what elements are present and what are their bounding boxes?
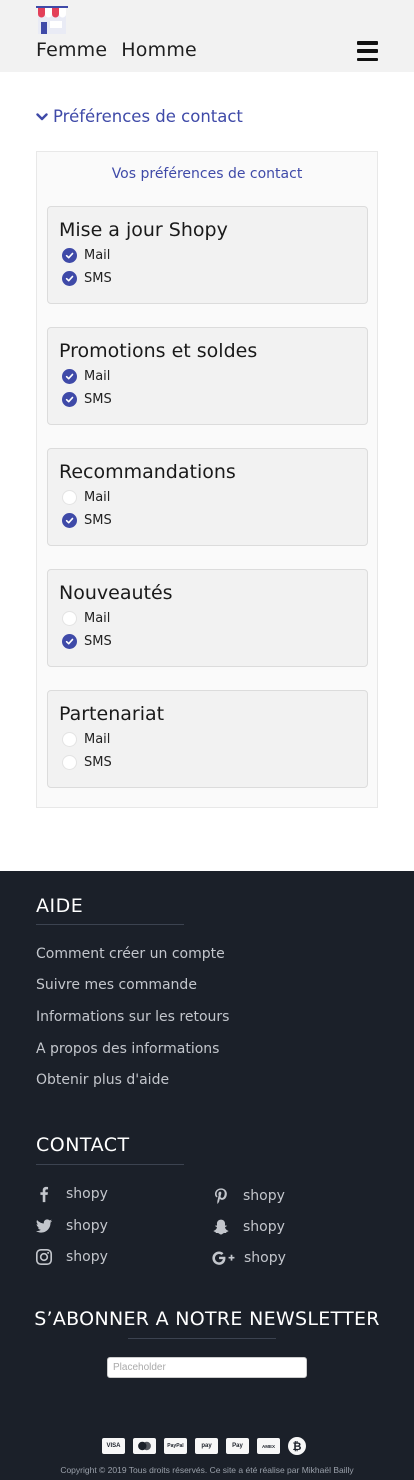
- contact-heading: CONTACT: [36, 1134, 130, 1156]
- pref-card-shopy-updates: Mise a jour Shopy Mail SMS: [47, 206, 368, 304]
- option-label: SMS: [84, 755, 112, 770]
- option-label: SMS: [84, 634, 112, 649]
- checkbox-icon[interactable]: [62, 755, 77, 770]
- aide-divider: [36, 924, 184, 925]
- shop-logo-icon[interactable]: [36, 6, 68, 36]
- site-footer: AIDE Comment créer un compte Suivre mes …: [0, 871, 414, 1480]
- pref-card-title: Recommandations: [59, 461, 236, 483]
- checkbox-icon[interactable]: [62, 611, 77, 626]
- social-snapchat[interactable]: shopy: [211, 1217, 285, 1237]
- pinterest-icon: [211, 1186, 231, 1206]
- contact-divider: [36, 1164, 184, 1165]
- instagram-icon: [34, 1247, 54, 1267]
- nav-femme[interactable]: Femme: [36, 39, 107, 61]
- checkbox-icon[interactable]: [62, 248, 77, 263]
- checkbox-icon[interactable]: [62, 513, 77, 528]
- option-label: Mail: [84, 369, 111, 384]
- checkbox-icon[interactable]: [62, 392, 77, 407]
- bitcoin-icon: ₿: [288, 1437, 306, 1455]
- option-label: Mail: [84, 490, 111, 505]
- amex-icon: AMEX: [257, 1438, 280, 1454]
- newsletter-email-input[interactable]: [107, 1357, 307, 1378]
- option-label: Mail: [84, 611, 111, 626]
- checkbox-icon[interactable]: [62, 732, 77, 747]
- chevron-down-icon: [36, 112, 48, 120]
- google-plus-icon: [211, 1248, 237, 1268]
- pref-option-sms[interactable]: SMS: [62, 271, 112, 286]
- social-label: shopy: [66, 1218, 108, 1234]
- pref-card-news: Nouveautés Mail SMS: [47, 569, 368, 667]
- snapchat-icon: [211, 1217, 231, 1237]
- amazon-pay-icon: pay: [195, 1438, 218, 1454]
- option-label: SMS: [84, 271, 112, 286]
- visa-icon: VISA: [102, 1438, 125, 1454]
- pref-card-title: Promotions et soldes: [59, 340, 258, 362]
- contact-preferences-toggle[interactable]: Préférences de contact: [36, 107, 243, 126]
- social-label: shopy: [244, 1250, 286, 1266]
- pref-card-promotions: Promotions et soldes Mail SMS: [47, 327, 368, 425]
- pref-card-recommendations: Recommandations Mail SMS: [47, 448, 368, 546]
- nav-homme[interactable]: Homme: [121, 39, 197, 61]
- preferences-title: Vos préférences de contact: [111, 166, 303, 182]
- paypal-icon: PayPal: [164, 1438, 187, 1454]
- top-header: Femme Homme: [0, 0, 414, 72]
- option-label: SMS: [84, 513, 112, 528]
- facebook-icon: [34, 1184, 54, 1204]
- pref-option-sms[interactable]: SMS: [62, 634, 112, 649]
- option-label: Mail: [84, 732, 111, 747]
- pref-option-sms[interactable]: SMS: [62, 392, 112, 407]
- aide-link[interactable]: Suivre mes commande: [36, 977, 197, 993]
- pref-card-partnership: Partenariat Mail SMS: [47, 690, 368, 788]
- section-toggle-label: Préférences de contact: [53, 107, 243, 126]
- pref-card-title: Partenariat: [59, 703, 165, 725]
- social-pinterest[interactable]: shopy: [211, 1186, 285, 1206]
- preferences-panel: Vos préférences de contact Mise a jour S…: [36, 151, 378, 808]
- newsletter-heading: S’ABONNER A NOTRE NEWSLETTER: [34, 1308, 380, 1330]
- social-instagram[interactable]: shopy: [34, 1247, 108, 1267]
- newsletter-divider: [128, 1338, 276, 1339]
- apple-pay-icon: Pay: [226, 1438, 249, 1454]
- twitter-icon: [34, 1216, 54, 1236]
- pref-option-mail[interactable]: Mail: [62, 490, 110, 505]
- pref-card-title: Nouveautés: [59, 582, 173, 604]
- aide-link[interactable]: Informations sur les retours: [36, 1009, 229, 1025]
- social-label: shopy: [66, 1186, 108, 1202]
- social-label: shopy: [243, 1219, 285, 1235]
- aide-link[interactable]: Obtenir plus d'aide: [36, 1072, 169, 1088]
- mastercard-icon: [133, 1438, 156, 1454]
- social-twitter[interactable]: shopy: [34, 1216, 108, 1236]
- checkbox-icon[interactable]: [62, 369, 77, 384]
- social-label: shopy: [243, 1188, 285, 1204]
- aide-link[interactable]: A propos des informations: [36, 1041, 219, 1057]
- checkbox-icon[interactable]: [62, 490, 77, 505]
- copyright-text: Copyright © 2019 Tous droits réservés. C…: [60, 1465, 354, 1475]
- pref-option-mail[interactable]: Mail: [62, 611, 110, 626]
- social-label: shopy: [66, 1249, 108, 1265]
- menu-burger-icon[interactable]: [357, 41, 378, 61]
- pref-option-mail[interactable]: Mail: [62, 248, 110, 263]
- aide-heading: AIDE: [36, 895, 84, 917]
- option-label: Mail: [84, 248, 111, 263]
- pref-option-sms[interactable]: SMS: [62, 755, 112, 770]
- pref-option-sms[interactable]: SMS: [62, 513, 112, 528]
- payment-methods: VISA PayPal pay Pay AMEX ₿: [102, 1437, 306, 1455]
- social-facebook[interactable]: shopy: [34, 1184, 108, 1204]
- checkbox-icon[interactable]: [62, 271, 77, 286]
- pref-card-title: Mise a jour Shopy: [59, 219, 228, 241]
- pref-option-mail[interactable]: Mail: [62, 369, 110, 384]
- main-nav: Femme Homme: [36, 39, 197, 61]
- aide-link[interactable]: Comment créer un compte: [36, 946, 225, 962]
- option-label: SMS: [84, 392, 112, 407]
- pref-option-mail[interactable]: Mail: [62, 732, 110, 747]
- social-google-plus[interactable]: shopy: [211, 1248, 286, 1268]
- apple-pay-label: Pay: [232, 1443, 243, 1449]
- checkbox-icon[interactable]: [62, 634, 77, 649]
